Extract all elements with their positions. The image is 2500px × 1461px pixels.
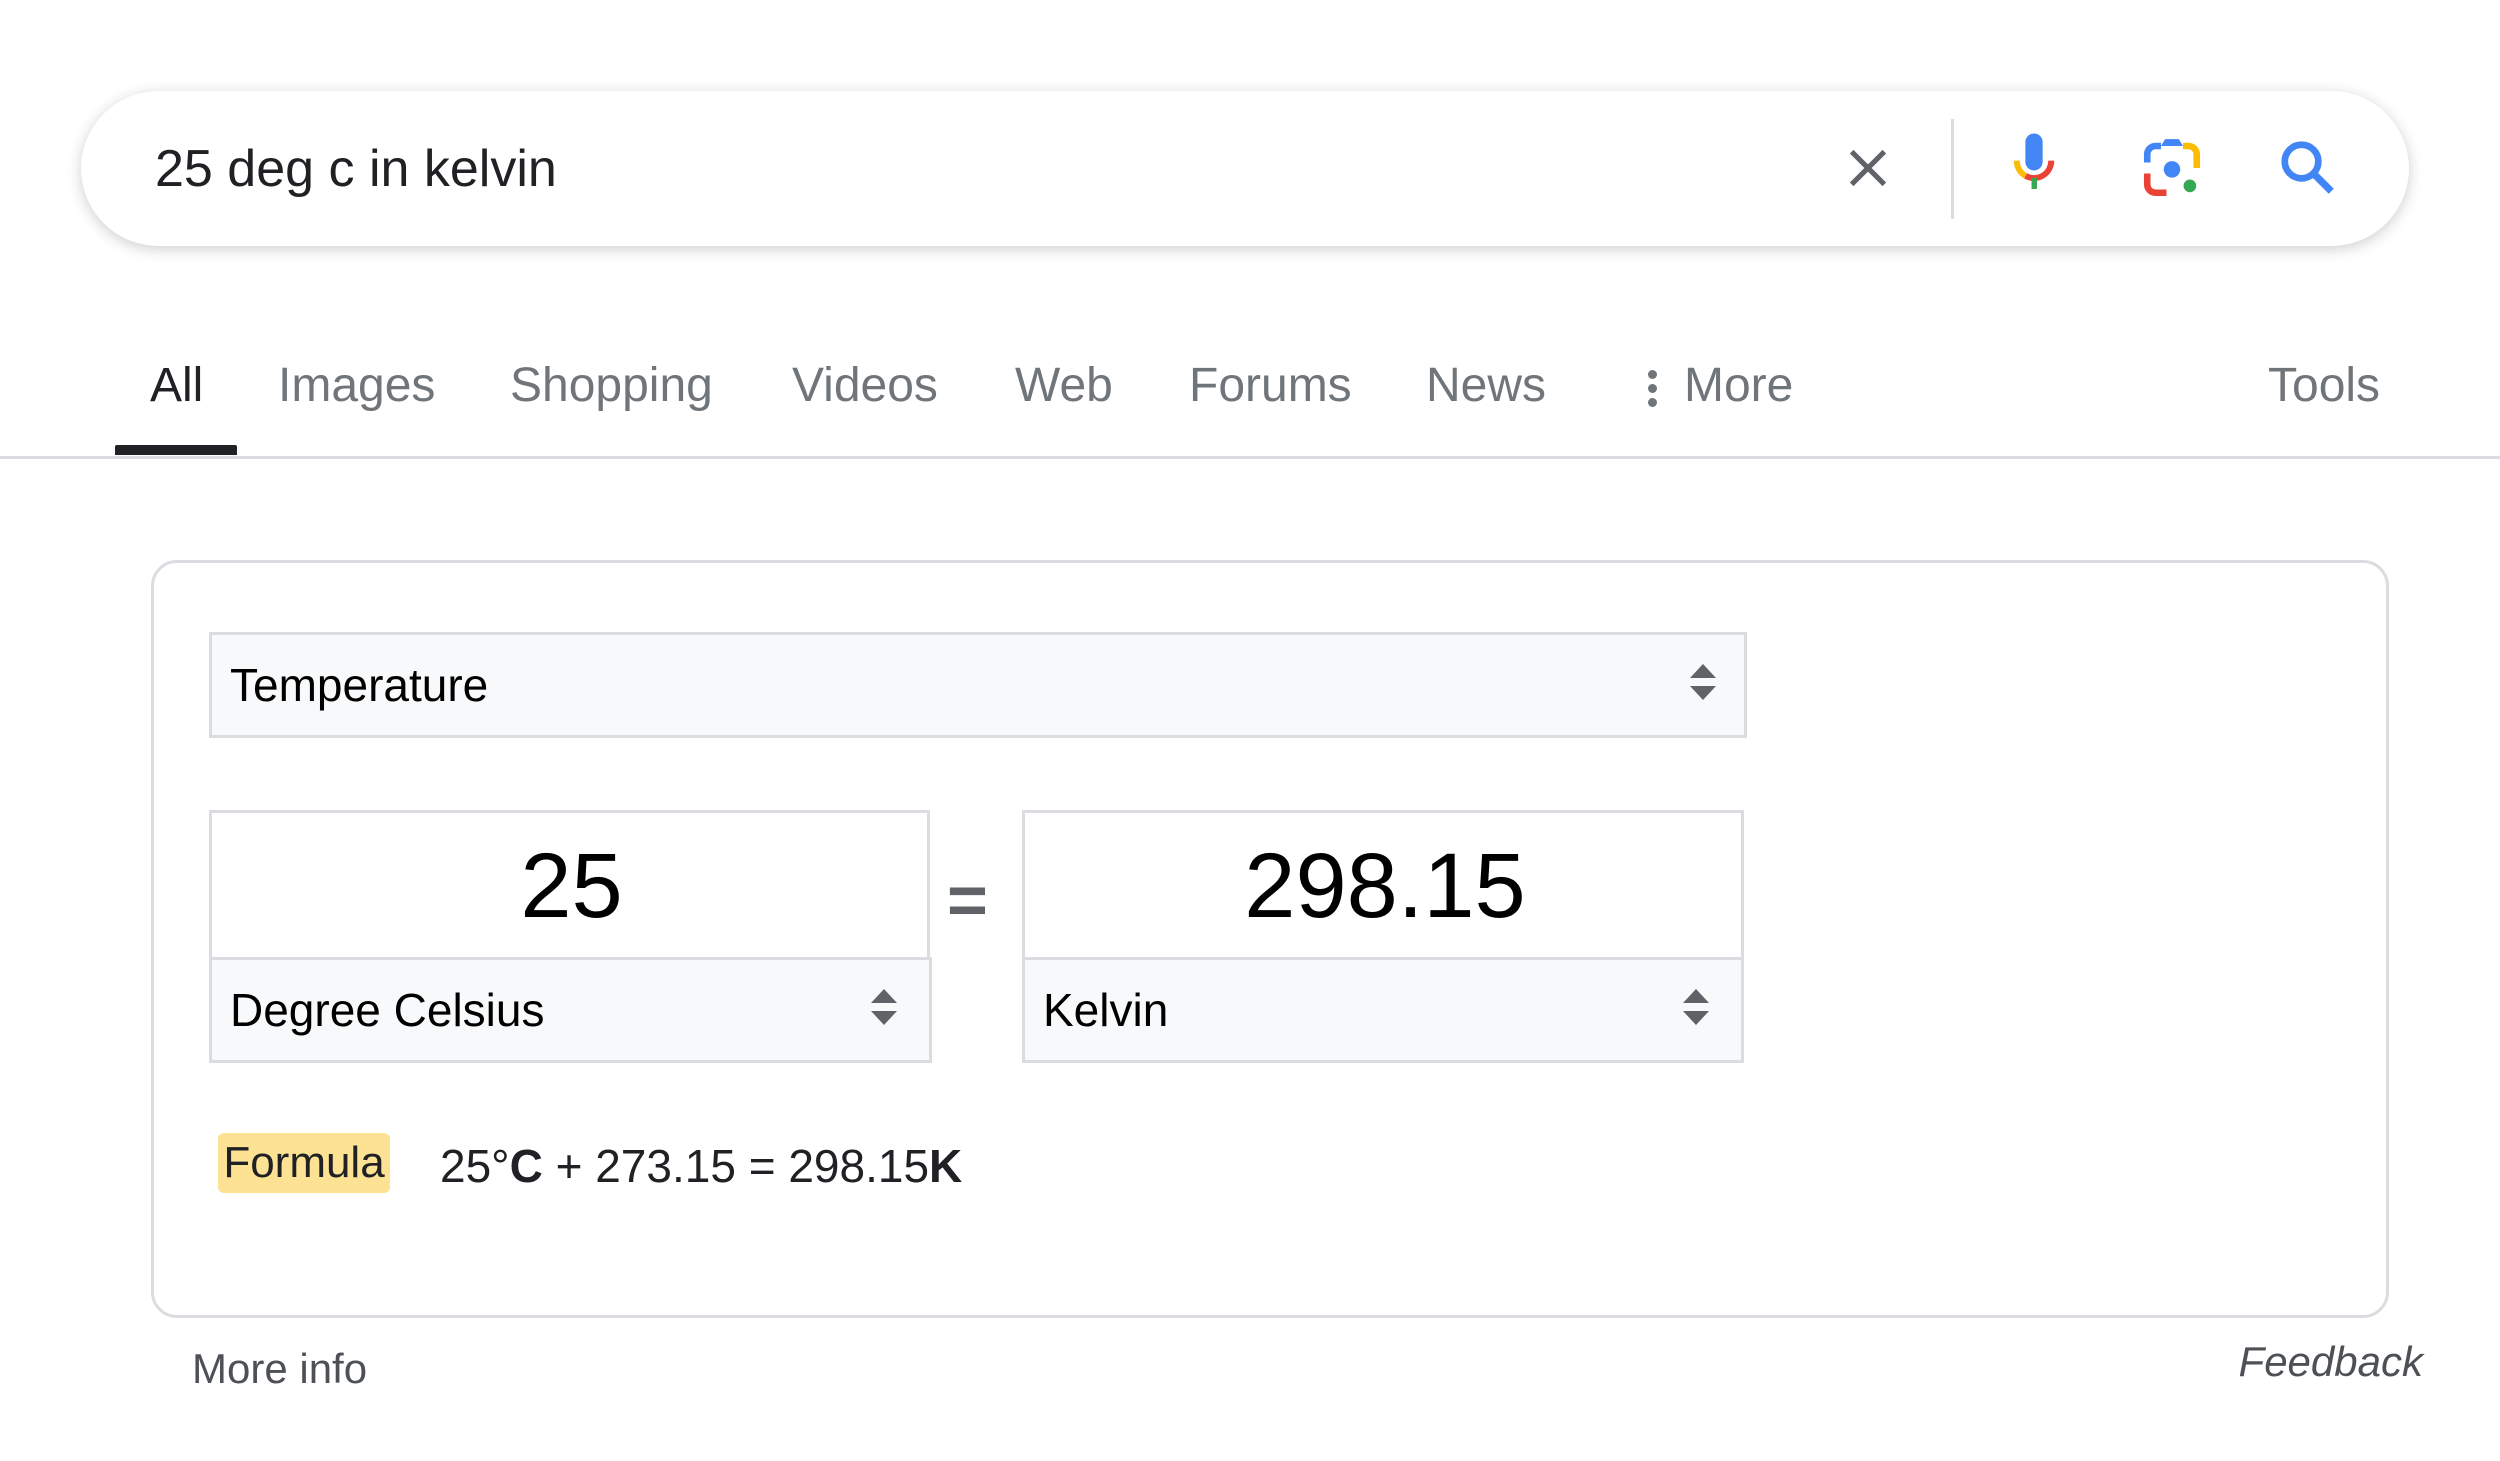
search-icon xyxy=(2281,141,2334,194)
tab-news[interactable]: News xyxy=(1426,358,1546,413)
to-value-input[interactable] xyxy=(1025,813,1745,959)
formula-from-value: 25° xyxy=(440,1140,510,1192)
tab-all[interactable]: All xyxy=(150,358,203,413)
tabs-divider xyxy=(0,456,2500,459)
formula-badge: Formula xyxy=(218,1133,390,1193)
feedback-link[interactable]: Feedback xyxy=(2239,1338,2423,1386)
tab-shopping[interactable]: Shopping xyxy=(510,358,713,413)
more-vert-icon xyxy=(1648,365,1658,412)
active-tab-indicator xyxy=(115,445,237,455)
select-arrows-icon xyxy=(871,989,897,1031)
tab-forums[interactable]: Forums xyxy=(1189,358,1352,413)
search-button[interactable] xyxy=(2268,128,2348,208)
formula-expression: + 273.15 = 298.15 xyxy=(542,1140,930,1192)
select-arrows-icon xyxy=(1683,989,1709,1031)
tools-button[interactable]: Tools xyxy=(2268,358,2380,413)
tab-more[interactable]: More xyxy=(1648,358,1793,413)
more-info-link[interactable]: More info xyxy=(192,1345,367,1393)
close-icon xyxy=(1849,149,1887,187)
category-select-value: Temperature xyxy=(230,659,489,711)
to-unit-value: Kelvin xyxy=(1043,984,1169,1036)
formula-from-unit: C xyxy=(509,1140,543,1192)
search-bar xyxy=(81,91,2409,248)
from-unit-select[interactable]: Degree Celsius xyxy=(209,957,932,1063)
tab-videos[interactable]: Videos xyxy=(792,358,938,413)
from-unit-value: Degree Celsius xyxy=(230,984,545,1036)
tab-web[interactable]: Web xyxy=(1015,358,1113,413)
search-input[interactable] xyxy=(153,91,1757,248)
microphone-icon xyxy=(2013,133,2055,189)
google-lens-button[interactable] xyxy=(2132,128,2212,208)
search-tabs: All Images Shopping Videos Web Forums Ne… xyxy=(0,330,2500,459)
category-select[interactable]: Temperature xyxy=(209,632,1747,738)
clear-search-button[interactable] xyxy=(1828,128,1908,208)
equals-sign: = xyxy=(947,861,988,939)
to-value-field xyxy=(1022,810,1745,960)
search-bar-divider xyxy=(1951,119,1954,219)
voice-search-button[interactable] xyxy=(1994,128,2074,208)
formula-text: 25°C + 273.15 = 298.15K xyxy=(440,1136,962,1196)
from-value-input[interactable] xyxy=(212,813,931,959)
tab-more-label: More xyxy=(1684,359,1794,412)
formula-to-unit: K xyxy=(929,1140,963,1192)
select-arrows-icon xyxy=(1690,664,1716,706)
tab-images[interactable]: Images xyxy=(278,358,435,413)
to-unit-select[interactable]: Kelvin xyxy=(1022,957,1744,1063)
google-lens-icon xyxy=(2143,139,2201,197)
from-value-field xyxy=(209,810,931,960)
